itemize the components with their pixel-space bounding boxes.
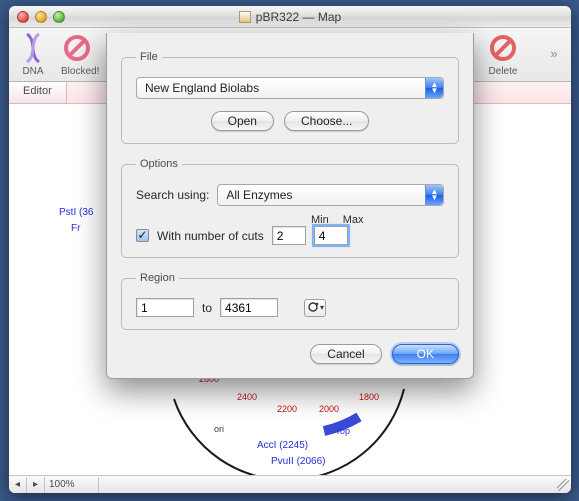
search-using-label: Search using:	[136, 188, 209, 202]
delete-icon	[487, 32, 519, 64]
with-cuts-checkbox[interactable]: ✓	[136, 229, 149, 242]
status-bar: ◂ ▸ 100%	[9, 475, 571, 493]
tick-2400: 2400	[237, 392, 257, 402]
chevron-updown-icon: ▲▼	[425, 185, 443, 205]
tick-2200: 2200	[277, 404, 297, 414]
dna-icon	[17, 32, 49, 64]
options-legend: Options	[136, 158, 182, 170]
map-label-pvull: PvuII (2066)	[271, 456, 325, 467]
chevron-updown-icon: ▲▼	[425, 78, 443, 98]
toolbar-item-blocked[interactable]: Blocked!	[61, 32, 99, 77]
options-fieldset: Options Search using: All Enzymes ▲▼ Min…	[121, 158, 459, 258]
search-using-value: All Enzymes	[226, 188, 425, 202]
toolbar-overflow-icon[interactable]: »	[545, 46, 563, 64]
toolbar-item-dna[interactable]: DNA	[17, 32, 49, 77]
toolbar-label-dna: DNA	[17, 66, 49, 77]
region-fieldset: Region to ▾	[121, 272, 459, 330]
toolbar-item-delete[interactable]: Delete	[487, 32, 519, 77]
resize-grip-icon[interactable]	[557, 479, 569, 491]
window-close-button[interactable]	[17, 11, 29, 23]
status-nav-left[interactable]: ◂	[9, 477, 27, 493]
document-icon	[239, 11, 251, 23]
choose-button[interactable]: Choose...	[284, 111, 369, 131]
ok-button[interactable]: OK	[392, 344, 459, 364]
region-picker-button[interactable]: ▾	[304, 299, 326, 317]
min-cuts-input[interactable]	[272, 226, 306, 245]
open-button[interactable]: Open	[211, 111, 274, 131]
file-source-value: New England Biolabs	[145, 81, 425, 95]
blocked-icon	[61, 32, 93, 64]
search-using-select[interactable]: All Enzymes ▲▼	[217, 184, 444, 206]
window-zoom-button[interactable]	[53, 11, 65, 23]
tick-1800: 1800	[359, 392, 379, 402]
with-cuts-label: With number of cuts	[157, 229, 264, 243]
search-dialog: File New England Biolabs ▲▼ Open Choose.…	[106, 33, 474, 379]
cancel-button[interactable]: Cancel	[310, 344, 381, 364]
file-source-select[interactable]: New England Biolabs ▲▼	[136, 77, 444, 99]
map-label-pstl: PstI (36	[59, 207, 93, 218]
map-label-ori: ori	[214, 424, 224, 434]
map-label-rop: rop	[337, 426, 350, 436]
tab-editor[interactable]: Editor	[9, 82, 67, 103]
file-fieldset: File New England Biolabs ▲▼ Open Choose.…	[121, 51, 459, 144]
max-label: Max	[343, 214, 364, 226]
window-title: pBR322 — Map	[256, 10, 341, 24]
region-picker-icon	[306, 302, 320, 314]
app-window: pBR322 — Map DNA Blocked!	[9, 6, 571, 493]
tick-2000: 2000	[319, 404, 339, 414]
region-legend: Region	[136, 272, 179, 284]
max-cuts-input[interactable]	[314, 226, 348, 245]
region-to-label: to	[202, 301, 212, 315]
map-label-acci: AccI (2245)	[257, 440, 308, 451]
toolbar-label-blocked: Blocked!	[61, 66, 99, 77]
file-legend: File	[136, 51, 162, 63]
min-label: Min	[311, 214, 329, 226]
titlebar: pBR322 — Map	[9, 6, 571, 28]
status-zoom[interactable]: 100%	[45, 477, 99, 493]
region-from-input[interactable]	[136, 298, 194, 317]
status-nav-right[interactable]: ▸	[27, 477, 45, 493]
map-label-fri: Fr	[71, 223, 80, 234]
chevron-down-icon: ▾	[320, 303, 324, 312]
window-minimize-button[interactable]	[35, 11, 47, 23]
toolbar-label-delete: Delete	[487, 66, 519, 77]
region-to-input[interactable]	[220, 298, 278, 317]
